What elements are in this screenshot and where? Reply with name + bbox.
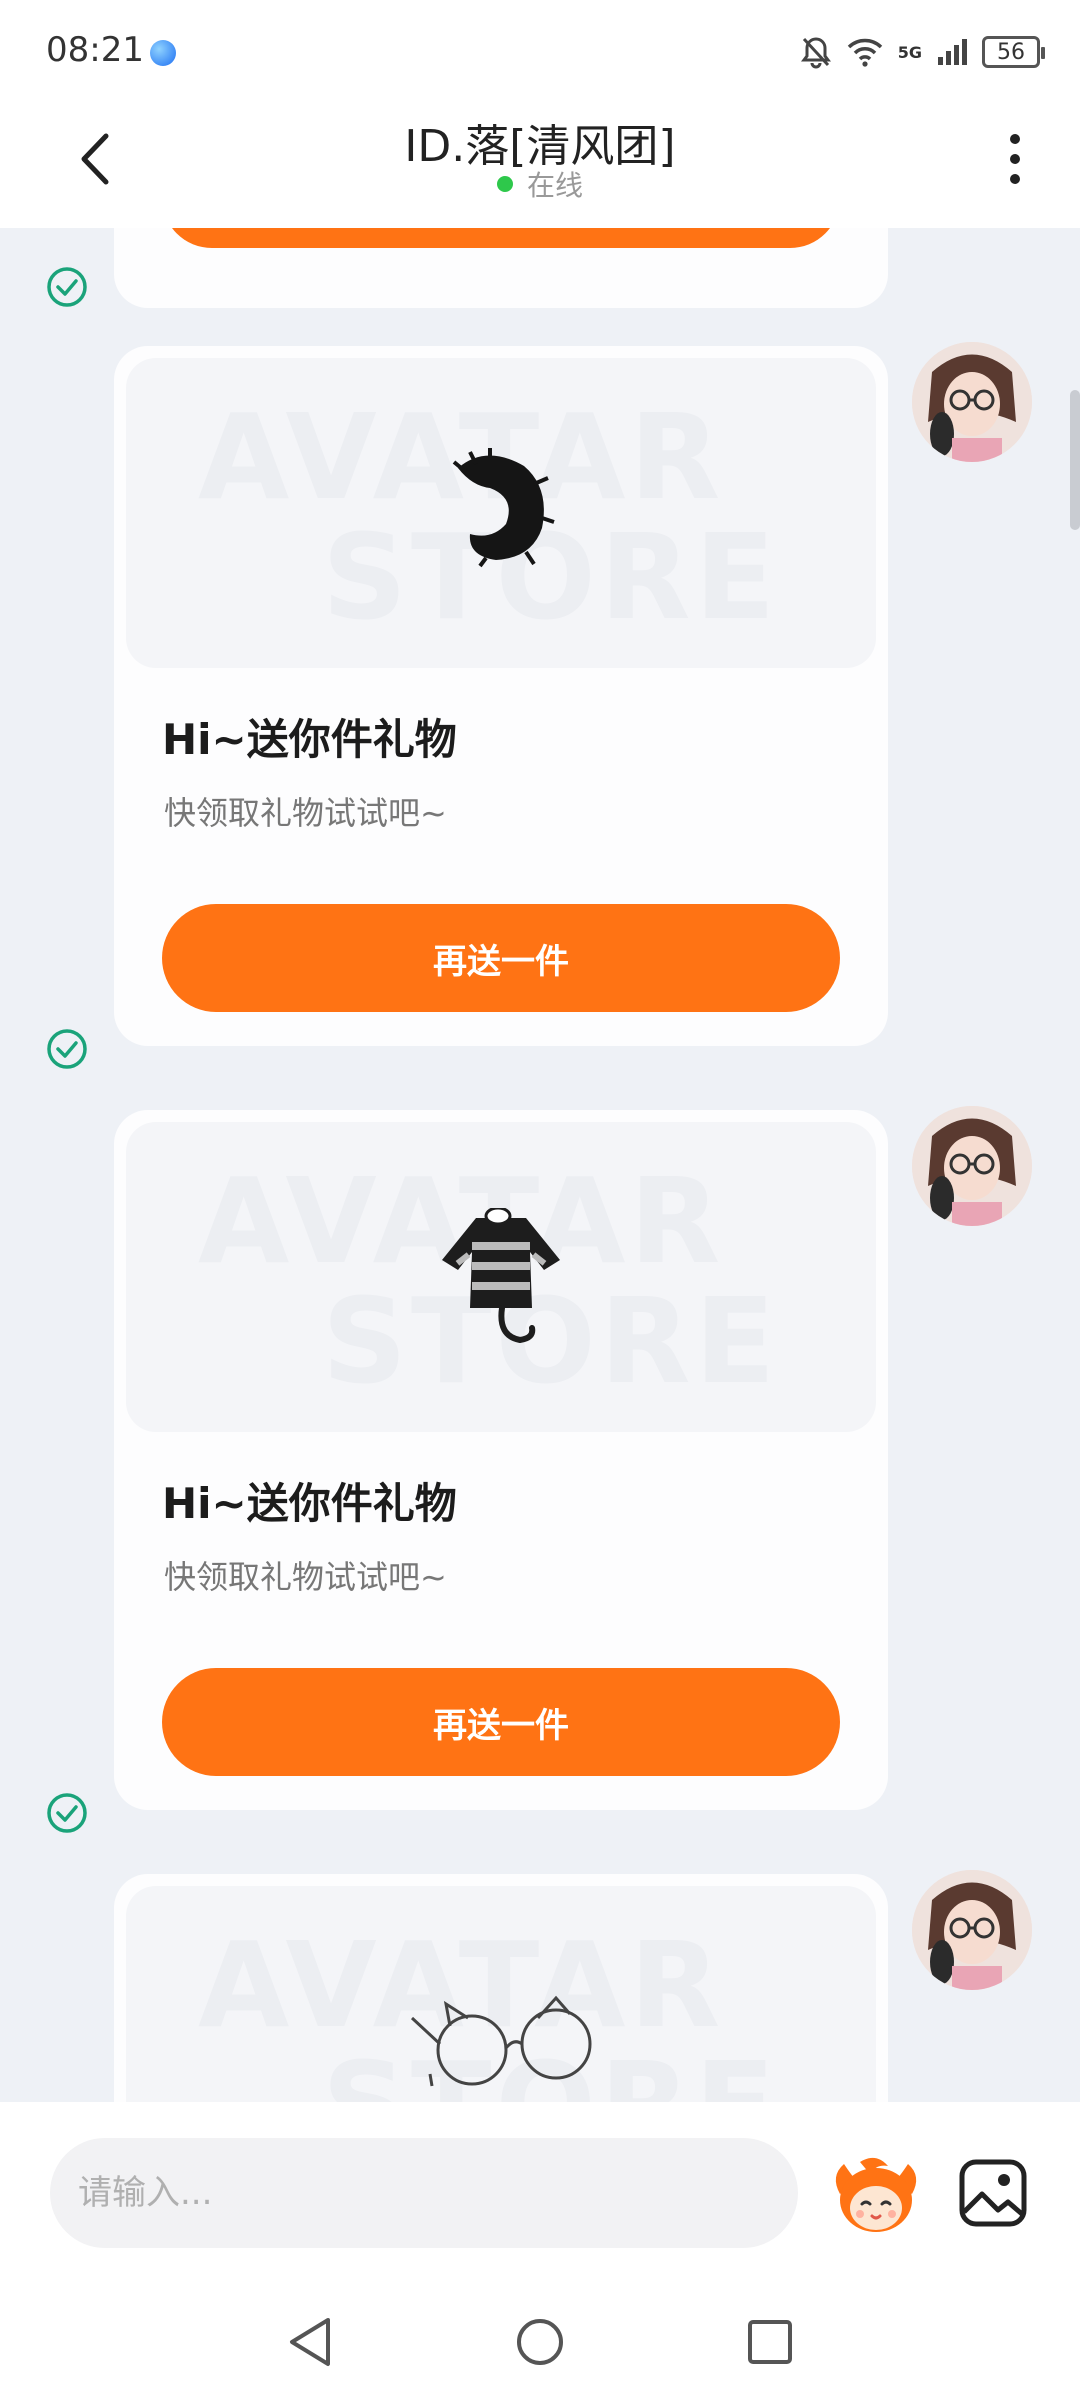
read-check-icon xyxy=(47,1793,87,1833)
chat-messages[interactable]: AVATAR STORE Hi~送你件礼物 快领取礼物试试吧~ 再送一件 AVA… xyxy=(0,228,1080,2102)
nav-back-button[interactable] xyxy=(280,2312,340,2372)
input-bar xyxy=(0,2102,1080,2292)
triangle-back-icon xyxy=(290,2318,330,2366)
square-recents-icon xyxy=(748,2320,792,2364)
nav-home-button[interactable] xyxy=(510,2312,570,2372)
gift-image[interactable]: AVATAR STORE xyxy=(126,1122,876,1432)
nav-recents-button[interactable] xyxy=(740,2312,800,2372)
circle-home-icon xyxy=(517,2319,563,2365)
online-status-label: 在线 xyxy=(526,169,583,202)
gift-subtitle: 快领取礼物试试吧~ xyxy=(164,794,447,832)
gift-card: AVATAR STORE Hi~送你件礼物 快领取礼物试试吧~ 再送一件 xyxy=(114,1110,888,1810)
network-type: 5G xyxy=(897,42,922,62)
avatar-image xyxy=(912,1870,1032,1990)
image-button[interactable] xyxy=(958,2158,1028,2228)
wifi-icon xyxy=(847,38,882,67)
avatar-image xyxy=(912,1106,1032,1226)
gift-card: AVATAR STORE Hi~送你件礼物 快领取礼物试试吧~ 再送一件 xyxy=(114,346,888,1046)
more-dot-icon xyxy=(1010,154,1020,164)
read-check-icon xyxy=(47,267,87,307)
more-dot-icon xyxy=(1010,174,1020,184)
message-input[interactable] xyxy=(50,2138,798,2248)
user-avatar[interactable] xyxy=(912,342,1032,462)
resend-gift-button[interactable]: 再送一件 xyxy=(162,904,840,1012)
chat-header: ID.落[清风团] 在线 xyxy=(0,100,1080,228)
emoji-button[interactable] xyxy=(830,2156,922,2236)
previous-resend-button[interactable] xyxy=(162,228,840,248)
status-icons: 5G 56 xyxy=(800,32,1045,72)
fluffy-tail-icon xyxy=(452,448,555,568)
user-avatar[interactable] xyxy=(912,1106,1032,1226)
online-dot-icon xyxy=(496,176,513,192)
gift-card: AVATAR STORE xyxy=(114,1874,888,2102)
more-options-button[interactable] xyxy=(980,124,1050,194)
resend-gift-button[interactable]: 再送一件 xyxy=(162,1668,840,1776)
signal-icon xyxy=(938,39,967,65)
read-check-icon xyxy=(47,1029,87,1069)
battery-indicator: 56 xyxy=(982,36,1045,68)
user-avatar[interactable] xyxy=(912,1870,1032,1990)
gift-title: Hi~送你件礼物 xyxy=(162,1479,457,1528)
online-status: 在线 xyxy=(0,164,1080,204)
previous-gift-card xyxy=(114,228,888,308)
status-bar: 08:21 5G 56 xyxy=(0,0,1080,100)
scrollbar-thumb[interactable] xyxy=(1070,390,1080,530)
avatar-image xyxy=(912,342,1032,462)
gift-subtitle: 快领取礼物试试吧~ xyxy=(164,1558,447,1596)
mute-bell-icon xyxy=(800,37,831,69)
gift-image[interactable]: AVATAR STORE xyxy=(126,358,876,668)
image-icon xyxy=(959,2159,1027,2227)
gift-image[interactable]: AVATAR STORE xyxy=(126,1886,876,2102)
status-time: 08:21 xyxy=(46,30,144,70)
mascot-emoji-icon xyxy=(835,2157,917,2232)
system-nav-bar xyxy=(0,2292,1080,2400)
cat-ear-glasses-icon xyxy=(410,1995,592,2087)
striped-sweater-icon xyxy=(442,1208,560,1344)
browser-app-icon xyxy=(150,40,176,66)
more-dot-icon xyxy=(1010,134,1020,144)
gift-title: Hi~送你件礼物 xyxy=(162,715,457,764)
